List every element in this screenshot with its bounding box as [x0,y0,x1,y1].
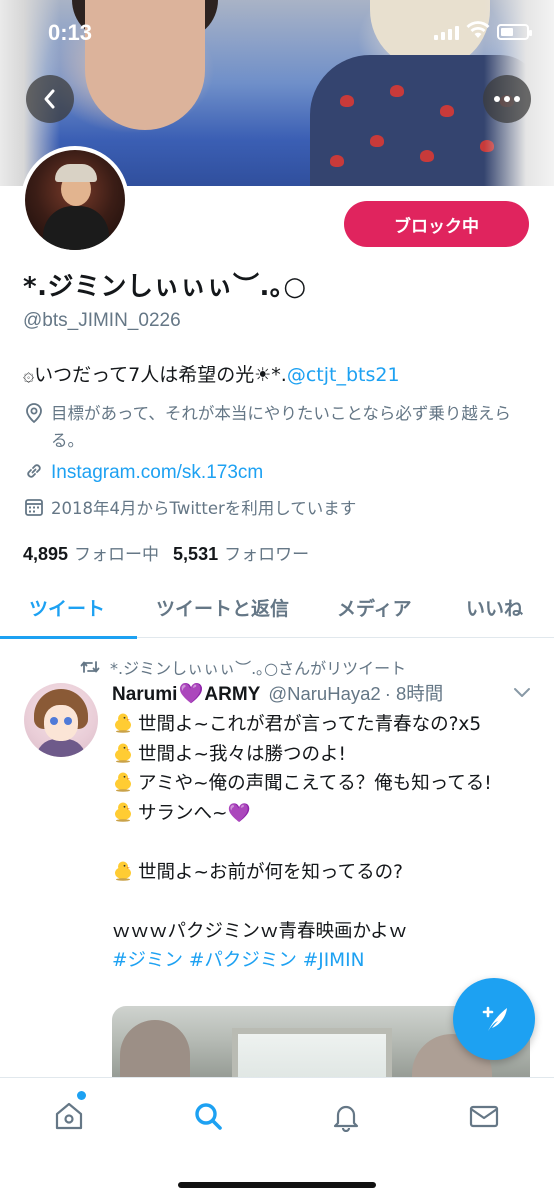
tweet-line: 世間よ~我々は勝つのよ! [138,743,346,765]
following-count[interactable]: 4,895 [23,544,68,565]
chick-emoji [112,800,134,822]
signal-icon [434,24,459,40]
profile-location: 目標があって、それが本当にやりたいことなら必ず乗り越えらる。 [23,400,533,454]
followers-count[interactable]: 5,531 [173,544,218,565]
compose-tweet-button[interactable] [453,978,535,1060]
tab-likes[interactable]: いいね [466,594,523,621]
profile-avatar[interactable] [21,146,129,254]
envelope-icon [469,1105,499,1128]
profile-bio: ۞いつだって7人は希望の光☀︎*.@ctjt_bts21 [23,360,400,387]
chick-emoji [112,770,134,792]
follow-stats: 4,895 フォロー中 5,531 フォロワー [23,540,323,565]
home-notification-dot [77,1091,86,1100]
nav-home[interactable] [49,1096,89,1136]
tweet-author-avatar[interactable] [24,683,98,757]
tab-tweets[interactable]: ツイート [29,594,105,621]
tweet-line: 世間よ~これが君が言ってた青春なの?x5 [138,714,482,735]
profile-website[interactable]: Instagram.com/sk.173cm [23,459,263,486]
more-button[interactable] [483,75,531,123]
following-label[interactable]: フォロー中 [74,540,159,565]
chick-emoji [112,741,134,763]
bottom-navigation [0,1077,554,1200]
chevron-left-icon [44,89,55,109]
tweet-line: アミや~俺の声聞こえてる？俺も知ってる! [138,773,492,794]
bell-icon [333,1105,359,1132]
display-name: *.ジミンしぃぃぃ︶.｡○ [23,272,307,302]
active-tab-indicator [0,636,137,639]
tweet-header: Narumi 💜 ARMY @NaruHaya2 · 8時間 [112,680,443,706]
tweet-line: 世間よ~お前が何を知ってるの? [138,861,403,883]
status-time: 0:13 [48,20,93,45]
nav-notifications[interactable] [326,1096,366,1136]
tab-tweets-replies[interactable]: ツイートと返信 [156,594,289,621]
calendar-icon [25,499,43,516]
purple-heart-emoji: 💜 [227,802,251,824]
chick-emoji [112,859,134,881]
purple-heart-emoji: 💜 [178,681,204,705]
profile-tabs: ツイート ツイートと返信 メディア いいね [0,580,554,639]
retweet-context[interactable]: *.ジミンしぃぃぃ︶.｡○さんがリツイート [80,655,406,679]
profile-handle: @bts_JIMIN_0226 [23,310,181,331]
wifi-icon [466,21,490,38]
tweet-author-handle[interactable]: @NaruHaya2 [268,683,380,705]
search-icon [195,1103,222,1130]
tweet-author-name-suffix[interactable]: ARMY [204,684,260,706]
location-pin-icon [26,403,42,424]
status-bar: 0:13 [0,0,554,62]
chevron-down-icon[interactable] [512,686,532,700]
tweet-author-name[interactable]: Narumi [112,684,177,706]
retweet-icon [80,661,100,673]
back-button[interactable] [26,75,74,123]
blocked-button[interactable]: ブロック中 [344,201,529,247]
tab-media[interactable]: メディア [337,594,412,621]
compose-icon [482,1006,507,1031]
battery-icon [497,24,532,40]
nav-search[interactable] [188,1096,228,1136]
chick-emoji [112,711,134,733]
nav-messages[interactable] [464,1096,504,1136]
tweet-time: · 8時間 [384,683,444,704]
bio-mention-link[interactable]: @ctjt_bts21 [287,364,400,386]
home-icon [55,1102,83,1130]
tweet-hashtags[interactable]: #ジミン #パクジミン #JIMIN [112,946,532,976]
tweet-line: サランへ~ [138,802,228,824]
tweet-body: 世間よ~これが君が言ってた青春なの?x5 世間よ~我々は勝つのよ! アミや~俺の… [112,710,532,976]
tweet-line: ｗｗｗパクジミンｗ青春映画かよｗ [112,920,408,942]
followers-label[interactable]: フォロワー [224,540,309,565]
profile-joined: 2018年4月からTwitterを利用しています [23,495,356,522]
home-indicator[interactable] [178,1182,376,1188]
link-icon [27,464,41,478]
more-icon [494,96,500,102]
bio-text: ۞いつだって7人は希望の光☀︎*. [23,364,287,386]
